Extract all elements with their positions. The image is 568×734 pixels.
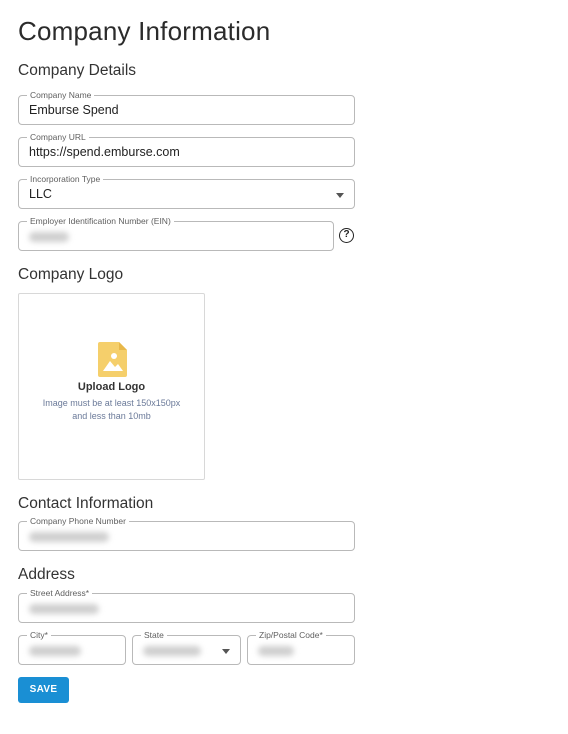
zip-label: Zip/Postal Code* [256,630,326,640]
company-name-value: Emburse Spend [29,103,119,117]
contact-information-heading: Contact Information [18,495,154,512]
company-name-label: Company Name [27,90,95,100]
company-logo-heading: Company Logo [18,266,124,283]
company-url-label: Company URL [27,132,89,142]
company-name-field[interactable]: Company Name Emburse Spend [18,90,355,125]
incorporation-type-value: LLC [29,187,52,201]
city-label: City* [27,630,51,640]
state-redacted-value [143,646,201,656]
street-address-label: Street Address* [27,588,93,598]
company-phone-label: Company Phone Number [27,516,129,526]
street-address-field[interactable]: Street Address* [18,588,355,623]
logo-upload-dropzone[interactable]: Upload Logo Image must be at least 150x1… [18,293,205,480]
street-redacted-value [29,604,99,614]
upload-logo-hint: Image must be at least 150x150px and les… [42,398,181,421]
zip-field[interactable]: Zip/Postal Code* [247,630,355,665]
city-field[interactable]: City* [18,630,126,665]
ein-field[interactable]: Employer Identification Number (EIN) [18,216,334,251]
address-heading: Address [18,566,75,583]
city-redacted-value [29,646,81,656]
save-button[interactable]: SAVE [18,677,69,703]
zip-redacted-value [258,646,294,656]
chevron-down-icon [222,649,230,654]
company-url-field[interactable]: Company URL https://spend.emburse.com [18,132,355,167]
help-icon[interactable]: ? [339,228,354,243]
company-url-value: https://spend.emburse.com [29,145,180,159]
image-file-icon [98,342,127,377]
state-label: State [141,630,167,640]
upload-logo-title: Upload Logo [77,381,146,393]
company-phone-field[interactable]: Company Phone Number [18,516,355,551]
incorporation-type-label: Incorporation Type [27,174,104,184]
ein-label: Employer Identification Number (EIN) [27,216,174,226]
incorporation-type-select[interactable]: Incorporation Type LLC [18,174,355,209]
company-details-heading: Company Details [18,62,137,79]
ein-redacted-value [29,232,69,242]
state-select[interactable]: State [132,630,241,665]
phone-redacted-value [29,532,109,542]
chevron-down-icon [336,193,344,198]
page-title: Company Information [18,16,271,46]
